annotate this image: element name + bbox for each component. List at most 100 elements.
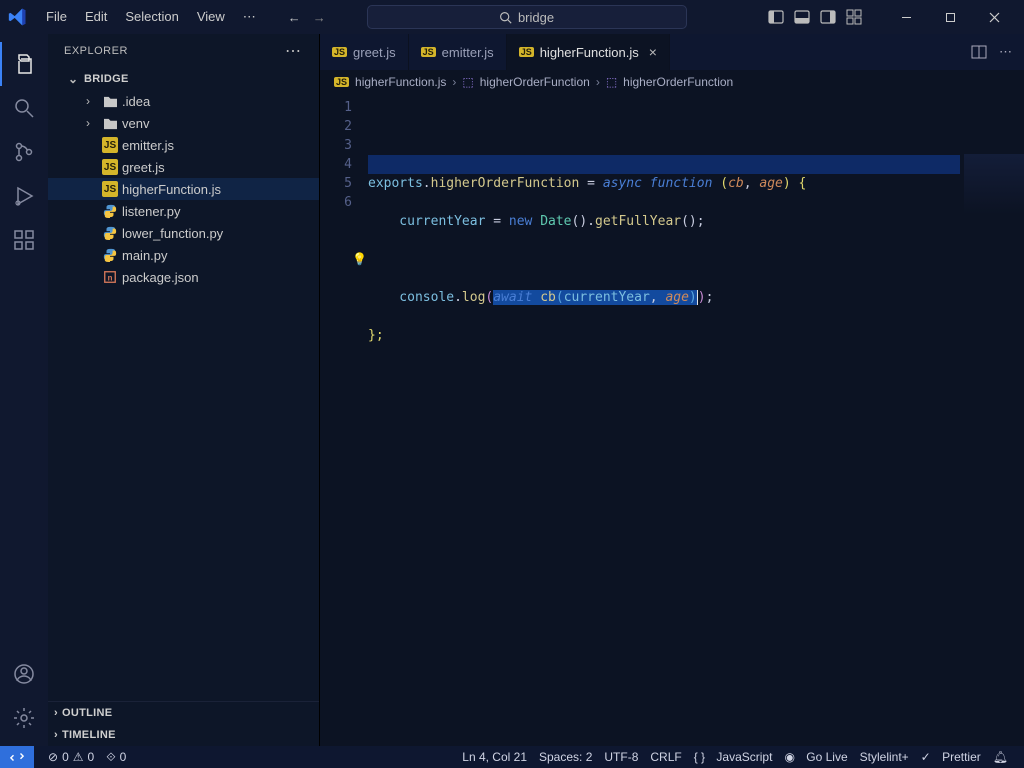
editor-area: JS greet.js JS emitter.js JS higherFunct… (320, 34, 1024, 746)
outline-section[interactable]: › OUTLINE (48, 702, 319, 724)
search-icon (499, 11, 512, 24)
js-file-icon: JS (102, 181, 118, 197)
command-center-search[interactable]: bridge (367, 5, 687, 29)
file-emitter[interactable]: JS emitter.js (48, 134, 319, 156)
split-editor-icon[interactable] (971, 44, 987, 60)
file-label: listener.py (122, 204, 181, 219)
editor-tabs: JS greet.js JS emitter.js JS higherFunct… (320, 34, 1024, 70)
file-main[interactable]: main.py (48, 244, 319, 266)
js-file-icon: JS (102, 159, 118, 175)
editor-actions: ⋯ (959, 34, 1024, 70)
timeline-section[interactable]: › TIMELINE (48, 724, 319, 746)
status-cursor[interactable]: Ln 4, Col 21 (456, 750, 533, 764)
search-text: bridge (518, 10, 554, 25)
status-bar: ⊘0 ⚠0 ⟐0 Ln 4, Col 21 Spaces: 2 UTF-8 CR… (0, 746, 1024, 768)
file-lower[interactable]: lower_function.py (48, 222, 319, 244)
radio-icon: ⟐ (106, 750, 115, 765)
lightbulb-icon[interactable]: 💡 (352, 250, 366, 269)
explorer-title: EXPLORER (64, 45, 128, 57)
explorer-header: EXPLORER ⋯ (48, 34, 319, 68)
breadcrumb-file[interactable]: higherFunction.js (355, 75, 446, 89)
breadcrumb[interactable]: JS higherFunction.js › ⬚ higherOrderFunc… (320, 70, 1024, 94)
line-number: 6 (320, 193, 352, 212)
file-label: greet.js (122, 160, 165, 175)
menu-selection[interactable]: Selection (117, 5, 186, 29)
code-editor[interactable]: 1 2 3 4 5 6 exports.higherOrderFunction … (320, 94, 1024, 746)
chevron-right-icon: › (596, 75, 600, 89)
layout-toggle-primary-icon[interactable] (768, 9, 784, 25)
tab-label: higherFunction.js (540, 45, 639, 60)
nav-arrows: ← → (288, 10, 326, 25)
js-file-icon: JS (102, 137, 118, 153)
tab-emitter[interactable]: JS emitter.js (409, 34, 507, 70)
status-language[interactable]: { } JavaScript (688, 750, 779, 764)
chevron-right-icon: › (86, 94, 98, 108)
activity-explorer[interactable] (0, 42, 48, 86)
minimize-button[interactable] (884, 2, 928, 32)
activity-extensions[interactable] (0, 218, 48, 262)
status-eol[interactable]: CRLF (644, 750, 687, 764)
status-encoding[interactable]: UTF-8 (598, 750, 644, 764)
symbol-icon: ⬚ (462, 75, 473, 89)
status-golive[interactable]: ◉ Go Live (778, 750, 853, 764)
close-button[interactable] (972, 2, 1016, 32)
customize-layout-icon[interactable] (846, 9, 862, 25)
explorer-more-icon[interactable]: ⋯ (285, 41, 303, 61)
folder-venv[interactable]: › venv (48, 112, 319, 134)
section-label: TIMELINE (62, 729, 116, 741)
explorer-sidebar: EXPLORER ⋯ ⌄ BRIDGE › .idea › venv JS em… (48, 34, 320, 746)
line-number: 5 (320, 174, 352, 193)
folder-idea[interactable]: › .idea (48, 90, 319, 112)
activity-source-control[interactable] (0, 130, 48, 174)
menu-edit[interactable]: Edit (77, 5, 115, 29)
tab-higher[interactable]: JS higherFunction.js × (507, 34, 670, 70)
activity-run-debug[interactable] (0, 174, 48, 218)
menu-overflow[interactable]: ⋯ (235, 5, 264, 29)
main-menu: File Edit Selection View ⋯ (38, 5, 264, 29)
status-ports[interactable]: ⟐0 (100, 750, 132, 765)
layout-toggle-secondary-icon[interactable] (820, 9, 836, 25)
close-icon[interactable]: × (649, 44, 657, 60)
layout-toggle-panel-icon[interactable] (794, 9, 810, 25)
file-label: venv (122, 116, 149, 131)
activity-settings[interactable] (0, 696, 48, 740)
tab-greet[interactable]: JS greet.js (320, 34, 409, 70)
menu-view[interactable]: View (189, 5, 233, 29)
json-file-icon: n (102, 269, 118, 285)
status-stylelint[interactable]: Stylelint+ (854, 750, 915, 764)
line-gutter: 1 2 3 4 5 6 (320, 94, 368, 746)
file-higher[interactable]: JS higherFunction.js (48, 178, 319, 200)
code-content[interactable]: exports.higherOrderFunction = async func… (368, 94, 1024, 746)
file-package[interactable]: n package.json (48, 266, 319, 288)
chevron-right-icon: › (452, 75, 456, 89)
chevron-right-icon: › (54, 729, 58, 741)
nav-back-icon[interactable]: ← (288, 10, 301, 25)
project-root[interactable]: ⌄ BRIDGE (48, 68, 319, 90)
status-notifications[interactable]: 🔔︎ (987, 750, 1014, 764)
chevron-down-icon: ⌄ (68, 72, 80, 86)
symbol-icon: ⬚ (606, 75, 617, 89)
chevron-right-icon: › (54, 707, 58, 719)
breadcrumb-symbol[interactable]: higherOrderFunction (623, 75, 733, 89)
line-number: 4 (320, 155, 352, 174)
remote-button[interactable] (0, 746, 34, 768)
file-listener[interactable]: listener.py (48, 200, 319, 222)
activity-accounts[interactable] (0, 652, 48, 696)
menu-file[interactable]: File (38, 5, 75, 29)
status-spaces[interactable]: Spaces: 2 (533, 750, 598, 764)
js-file-icon: JS (334, 77, 349, 87)
file-greet[interactable]: JS greet.js (48, 156, 319, 178)
braces-icon: { } (694, 750, 705, 764)
status-prettier[interactable]: ✓ Prettier (915, 750, 987, 764)
file-label: higherFunction.js (122, 182, 221, 197)
breadcrumb-symbol[interactable]: higherOrderFunction (480, 75, 590, 89)
maximize-button[interactable] (928, 2, 972, 32)
activity-search[interactable] (0, 86, 48, 130)
python-file-icon (102, 225, 118, 241)
status-problems[interactable]: ⊘0 ⚠0 (42, 750, 100, 764)
nav-forward-icon[interactable]: → (313, 10, 326, 25)
tab-label: greet.js (353, 45, 396, 60)
file-label: lower_function.py (122, 226, 223, 241)
bell-icon: 🔔︎ (993, 750, 1008, 764)
more-actions-icon[interactable]: ⋯ (999, 44, 1012, 60)
